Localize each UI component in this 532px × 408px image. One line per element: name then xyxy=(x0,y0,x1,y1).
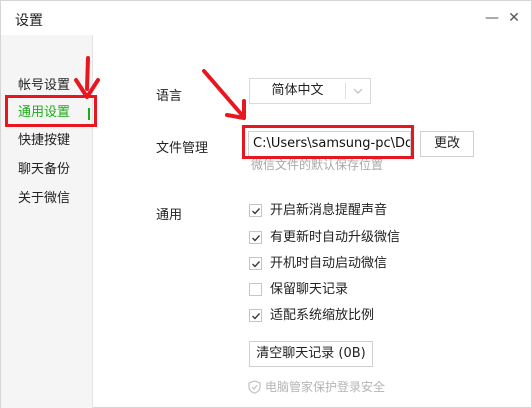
change-path-button[interactable]: 更改 xyxy=(420,131,474,157)
option-label: 开启新消息提醒声音 xyxy=(270,203,388,218)
language-label: 语言 xyxy=(156,89,183,104)
highlight-box-file-path xyxy=(242,125,414,159)
option-label: 保留聊天记录 xyxy=(270,282,349,297)
checkbox[interactable] xyxy=(249,257,262,270)
clear-chat-history-button[interactable]: 清空聊天记录 (0B) xyxy=(249,341,373,367)
checkbox[interactable] xyxy=(249,283,262,296)
sidebar-item-chat-backup[interactable]: 聊天备份 xyxy=(18,159,70,181)
annotation-arrow-sidebar xyxy=(74,56,100,99)
window-title: 设置 xyxy=(15,13,43,29)
shield-check-icon xyxy=(248,380,261,398)
security-footer-text: 电脑管家保护登录安全 xyxy=(265,380,386,394)
general-label: 通用 xyxy=(156,208,183,223)
option-label: 适配系统缩放比例 xyxy=(270,308,375,323)
chevron-down-icon[interactable] xyxy=(346,79,370,103)
option-label: 开机时自动启动微信 xyxy=(270,256,388,271)
checkbox[interactable] xyxy=(249,204,262,217)
language-select-value: 简体中文 xyxy=(271,83,324,98)
sidebar-item-account-settings[interactable]: 帐号设置 xyxy=(18,75,70,97)
option-label: 有更新时自动升级微信 xyxy=(270,230,401,245)
title-bar: 设置 — ✕ xyxy=(1,1,532,35)
sidebar-item-about-wechat[interactable]: 关于微信 xyxy=(18,188,70,210)
checkbox[interactable] xyxy=(249,309,262,322)
file-management-label: 文件管理 xyxy=(156,141,209,156)
minimize-button[interactable]: — xyxy=(483,9,501,27)
sidebar-item-shortcut-keys[interactable]: 快捷按键 xyxy=(18,130,70,152)
language-select[interactable]: 简体中文 xyxy=(249,78,371,104)
checkbox[interactable] xyxy=(249,231,262,244)
close-button[interactable]: ✕ xyxy=(505,9,523,27)
annotation-arrow-file-path xyxy=(202,69,246,120)
